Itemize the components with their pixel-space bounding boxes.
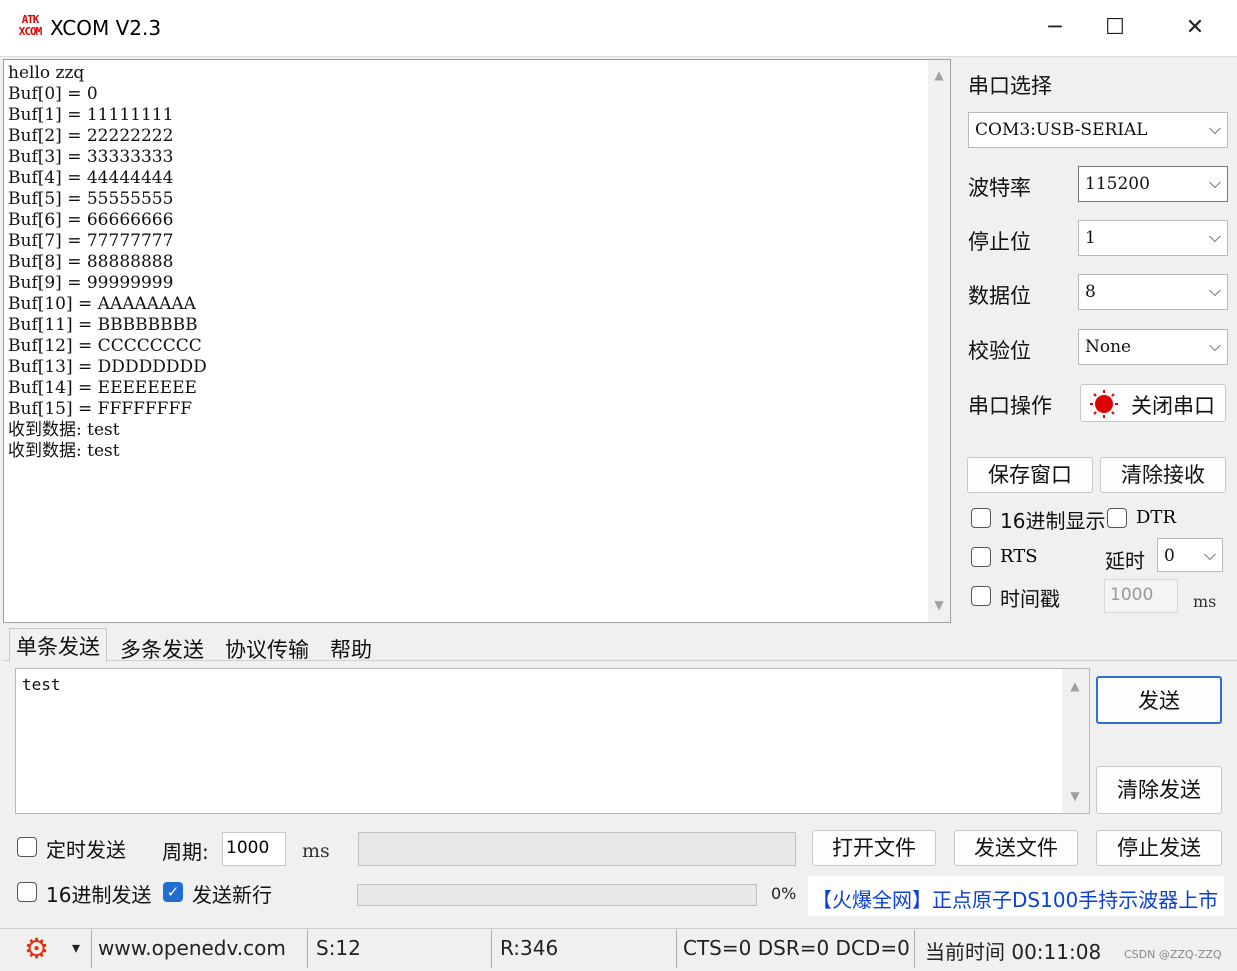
sent-count: S:12: [316, 936, 361, 960]
timestamp-interval-input[interactable]: 1000: [1104, 579, 1178, 613]
checkmark-icon: ✓: [166, 883, 180, 901]
app-logo: ATK XCOM: [14, 14, 46, 42]
timestamp-unit: ms: [1193, 592, 1217, 611]
hex-send-checkbox[interactable]: [17, 882, 37, 902]
period-label: 周期:: [162, 840, 209, 864]
port-select[interactable]: COM3:USB-SERIAL ⌵: [968, 112, 1228, 148]
logo-text-bottom: XCOM: [18, 25, 43, 38]
website-link[interactable]: www.openedv.com: [98, 936, 286, 960]
send-newline-label: 发送新行: [192, 883, 272, 907]
receive-text: hello zzq Buf[0] = 0 Buf[1] = 11111111 B…: [8, 63, 207, 461]
stop-bits-select[interactable]: 1 ⌵: [1078, 220, 1228, 256]
port-select-value: COM3:USB-SERIAL: [975, 120, 1148, 140]
received-count: R:346: [500, 936, 559, 960]
rts-label: RTS: [1000, 546, 1038, 567]
tab-protocol[interactable]: 协议传输: [219, 632, 315, 666]
window-title: XCOM V2.3: [50, 16, 162, 40]
receive-scrollbar[interactable]: ▲ ▼: [928, 60, 950, 622]
chevron-down-icon: ⌵: [1208, 227, 1221, 246]
chevron-down-icon: ⌵: [1208, 119, 1221, 138]
file-path-field[interactable]: [358, 832, 796, 866]
minimize-button[interactable]: ─: [1025, 8, 1085, 48]
send-button[interactable]: 发送: [1096, 676, 1222, 724]
data-bits-value: 8: [1085, 282, 1096, 302]
chevron-down-icon: ⌵: [1203, 545, 1216, 564]
data-bits-select[interactable]: 8 ⌵: [1078, 274, 1228, 310]
send-scrollbar[interactable]: ▲ ▼: [1062, 669, 1089, 813]
maximize-button[interactable]: ☐: [1085, 8, 1145, 48]
baud-value: 115200: [1085, 174, 1150, 194]
dtr-checkbox[interactable]: [1107, 508, 1127, 528]
port-select-label: 串口选择: [968, 74, 1052, 98]
period-unit: ms: [302, 840, 330, 862]
current-time: 当前时间 00:11:08: [925, 940, 1102, 964]
delay-label: 延时: [1105, 549, 1145, 573]
signal-status: CTS=0 DSR=0 DCD=0: [683, 936, 910, 960]
scroll-down-icon[interactable]: ▼: [1066, 789, 1084, 803]
parity-select[interactable]: None ⌵: [1078, 329, 1228, 365]
ad-link[interactable]: 【火爆全网】正点原子DS100手持示波器上市: [808, 876, 1224, 916]
data-bits-label: 数据位: [968, 284, 1031, 308]
open-file-button[interactable]: 打开文件: [812, 830, 936, 866]
timed-send-checkbox[interactable]: [17, 837, 37, 857]
status-separator: [914, 930, 915, 968]
send-file-button[interactable]: 发送文件: [954, 830, 1078, 866]
send-progress-bar: [357, 884, 757, 906]
parity-label: 校验位: [968, 339, 1031, 363]
dtr-label: DTR: [1136, 507, 1176, 528]
settings-gear-icon[interactable]: ⚙: [24, 932, 49, 965]
timed-send-label: 定时发送: [46, 838, 126, 862]
clear-receive-button[interactable]: 清除接收: [1100, 457, 1226, 493]
rts-checkbox[interactable]: [971, 547, 991, 567]
hex-send-label: 16进制发送: [46, 883, 152, 907]
send-textarea[interactable]: test ▲ ▼: [15, 668, 1090, 814]
scroll-down-icon[interactable]: ▼: [930, 598, 948, 612]
port-status-icon: [1090, 390, 1118, 418]
timestamp-checkbox[interactable]: [971, 586, 991, 606]
timestamp-label: 时间戳: [1000, 587, 1060, 611]
progress-text: 0%: [771, 884, 797, 903]
stop-send-button[interactable]: 停止发送: [1096, 830, 1222, 866]
watermark: CSDN @ZZQ-ZZQ: [1124, 948, 1222, 961]
parity-value: None: [1085, 337, 1132, 357]
chevron-down-icon: ⌵: [1208, 336, 1221, 355]
delay-select[interactable]: 0 ⌵: [1157, 538, 1223, 572]
baud-select[interactable]: 115200 ⌵: [1078, 166, 1228, 202]
receive-textarea[interactable]: hello zzq Buf[0] = 0 Buf[1] = 11111111 B…: [3, 59, 951, 623]
status-separator: [676, 930, 677, 968]
stop-bits-value: 1: [1085, 228, 1096, 248]
status-separator: [91, 930, 92, 968]
close-port-label: 关闭串口: [1131, 394, 1215, 418]
tab-multi-send[interactable]: 多条发送: [114, 632, 210, 666]
close-port-button[interactable]: 关闭串口: [1080, 384, 1226, 422]
hex-display-checkbox[interactable]: [971, 508, 991, 528]
chevron-down-icon: ⌵: [1208, 173, 1221, 192]
tab-help[interactable]: 帮助: [324, 632, 378, 666]
period-input[interactable]: 1000: [222, 832, 286, 866]
baud-label: 波特率: [968, 176, 1031, 200]
delay-value: 0: [1164, 546, 1175, 566]
status-separator: [307, 930, 308, 968]
tab-single-send[interactable]: 单条发送: [9, 628, 107, 662]
save-window-button[interactable]: 保存窗口: [967, 457, 1093, 493]
send-newline-checkbox[interactable]: ✓: [163, 882, 183, 902]
scroll-up-icon[interactable]: ▲: [1066, 679, 1084, 693]
status-separator: [491, 930, 492, 968]
stop-bits-label: 停止位: [968, 230, 1031, 254]
clear-send-button[interactable]: 清除发送: [1096, 766, 1222, 814]
hex-display-label: 16进制显示: [1000, 509, 1106, 533]
chevron-down-icon: ⌵: [1208, 281, 1221, 300]
scroll-up-icon[interactable]: ▲: [930, 68, 948, 82]
dropdown-icon[interactable]: ▾: [72, 938, 80, 957]
port-operation-label: 串口操作: [968, 394, 1052, 418]
close-button[interactable]: ✕: [1165, 8, 1225, 48]
send-text: test: [22, 675, 61, 694]
